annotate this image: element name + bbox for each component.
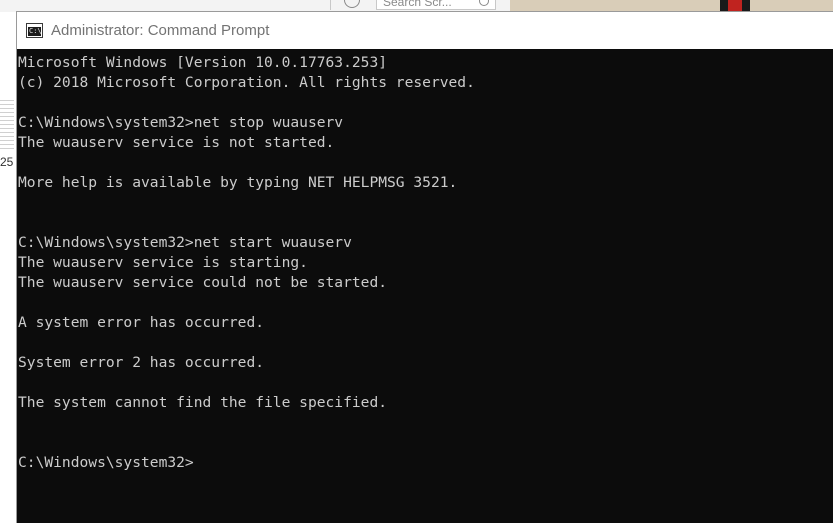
console-line: The wuauserv service is not started.: [18, 134, 335, 151]
title-bar[interactable]: C:\. Administrator: Command Prompt: [17, 12, 833, 49]
window-title: Administrator: Command Prompt: [51, 22, 270, 39]
console-output[interactable]: Microsoft Windows [Version 10.0.17763.25…: [18, 49, 833, 523]
command-prompt-icon-glyph: C:\.: [28, 27, 41, 36]
command-prompt-window[interactable]: C:\. Administrator: Command Prompt Micro…: [16, 11, 833, 523]
console-line: The system cannot find the file specifie…: [18, 394, 388, 411]
background-document-fragment: 25: [0, 155, 14, 169]
background-separator: [330, 0, 331, 10]
console-line: C:\Windows\system32>net stop wuauserv: [18, 114, 344, 131]
console-line: The wuauserv service is starting.: [18, 254, 308, 271]
background-document-edge: [0, 12, 17, 523]
background-document-thumbnail: [0, 100, 14, 150]
console-line: The wuauserv service could not be starte…: [18, 274, 388, 291]
console-line: Microsoft Windows [Version 10.0.17763.25…: [18, 54, 388, 71]
console-line: C:\Windows\system32>net start wuauserv: [18, 234, 352, 251]
command-prompt-icon[interactable]: C:\.: [26, 23, 43, 38]
console-line: A system error has occurred.: [18, 314, 265, 331]
console-line: System error 2 has occurred.: [18, 354, 265, 371]
console-line: (c) 2018 Microsoft Corporation. All righ…: [18, 74, 475, 91]
search-icon: [479, 0, 489, 6]
console-line: More help is available by typing NET HEL…: [18, 174, 458, 191]
console-line: C:\Windows\system32>: [18, 454, 194, 471]
background-search-box: Search Scr...: [376, 0, 496, 10]
background-search-placeholder: Search Scr...: [383, 0, 452, 9]
